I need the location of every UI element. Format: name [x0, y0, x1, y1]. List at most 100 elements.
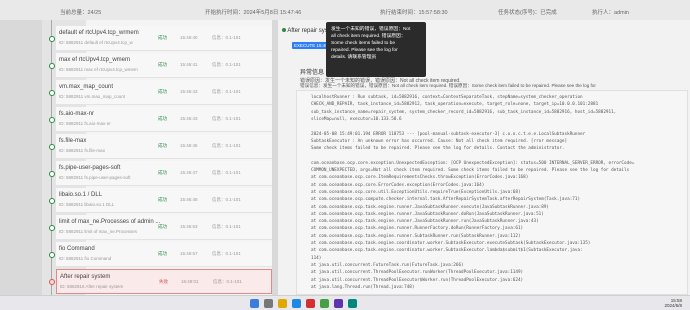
task-status: 任务状态(序号)：已完成 — [498, 10, 557, 16]
timeline-dot — [48, 36, 55, 42]
task-row[interactable]: vm.max_map_count ID: 5882911 vm.max_map_c… — [56, 80, 272, 105]
task-title: After repair system — [60, 274, 111, 280]
log-line: at com.oceanbase.ocp.core.ItemRequiremen… — [311, 175, 529, 181]
task-info: 信息：0.1-101 — [212, 224, 241, 229]
task-id: ID: 5882911 fs.pipe-user-pages-soft — [59, 175, 131, 180]
tooltip-line: Some check items failed to be — [331, 41, 395, 46]
tooltip-line: all check item required. 错误原因： — [331, 34, 406, 39]
log-line: at java.util.concurrent.ThreadPoolExecut… — [311, 277, 524, 283]
log-line: sliceMap=null, executor=10.133.58.6 — [311, 116, 402, 122]
clock-date: 2024/5/8 — [664, 303, 682, 308]
task-id: ID: 5882911 libaio.so.1 DLL — [59, 202, 115, 207]
task-time: 15:46:57 — [180, 251, 198, 256]
task-info: 信息：0.1-101 — [212, 116, 241, 121]
task-title: max ef rtcUpv4.tcp_wmem — [59, 57, 131, 63]
task-summary-bar: 当前总量：24/25 开始执行时间：2024年5月8日 15:47:46 执行结… — [0, 0, 690, 20]
task-id: ID: 5882911 fs.file-max — [59, 148, 105, 153]
task-id: ID: 5882911 fio Command — [59, 256, 112, 261]
file-explorer-icon[interactable] — [278, 299, 287, 308]
task-title: fio Command — [59, 246, 95, 252]
app-icon[interactable] — [306, 299, 315, 308]
clock: 15:58 2024/5/8 — [664, 298, 682, 308]
task-id: ID: 5882911 limit of max_ne.Processes — [59, 229, 137, 234]
task-id: ID: 5882916 After repair system — [60, 284, 124, 289]
log-line: at java.lang.Thread.run(Thread.java:748) — [311, 284, 415, 290]
log-output[interactable]: localhostRunner : Run subtask, id=588291… — [296, 90, 688, 295]
log-line: 2024-05-08 15:49:01.194 ERROR 118753 ---… — [311, 131, 586, 137]
task-row[interactable]: fs.pipe-user-pages-soft ID: 5882911 fs.pi… — [56, 161, 272, 186]
task-time: 15:46:47 — [180, 170, 198, 175]
timeline-dot — [48, 63, 55, 69]
task-title: vm.max_map_count — [59, 84, 114, 90]
tooltip-line: repaired. Please see the log for — [331, 48, 398, 53]
task-time: 15:49:01 — [181, 279, 199, 284]
task-title: default ef rtcUpv4.tcp_wrmem — [59, 30, 139, 36]
log-line: at com.oceanbase.ocp.core.util.Exception… — [311, 189, 521, 195]
timeline-dot — [48, 252, 55, 258]
task-info: 信息：0.1-101 — [212, 170, 241, 175]
error-message: 错误信息：发生一个未知的错误，错误原因：Not all check item r… — [300, 83, 596, 88]
status-icon — [282, 28, 286, 33]
task-id: ID: 5882911 max ef rtcUpv4.tcp_wmem — [59, 67, 138, 72]
task-time: 15:46:53 — [180, 224, 198, 229]
log-line: Some check items failed to be repaired. … — [311, 146, 565, 152]
log-line: CHECK_AND_REPAIR, task_instance_id=58829… — [311, 102, 599, 108]
task-info: 信息：0.1-101 — [213, 279, 242, 284]
error-section-label: 异常信息 — [300, 70, 325, 76]
log-line: at com.oceanbase.ocp.task.engine.runner.… — [311, 204, 549, 210]
timeline-dot — [48, 90, 55, 96]
task-status: 成功 — [158, 170, 167, 175]
start-icon[interactable] — [250, 299, 259, 308]
timeline-dot — [48, 144, 55, 150]
task-row[interactable]: fio Command ID: 5882911 fio Command 成功 15:4… — [56, 242, 272, 267]
task-status: 成功 — [158, 224, 167, 229]
task-title: fs.file-max — [59, 138, 87, 144]
task-title: fs.pipe-user-pages-soft — [59, 165, 121, 171]
task-row[interactable]: fs.aio-max-nr ID: 5882911 fs.aio-max-nr 成功… — [56, 107, 272, 132]
log-line: sub_task_instance_name=repair_system, sy… — [311, 109, 617, 115]
task-status: 成功 — [158, 116, 167, 121]
finish-time: 执行结束时间：15:57:58:30 — [380, 10, 448, 16]
log-line: 114) — [311, 255, 322, 261]
editor-icon[interactable] — [348, 299, 357, 308]
log-line: localhostRunner : Run subtask, id=588291… — [311, 95, 583, 100]
task-row[interactable]: libaio.so.1 / DLL ID: 5882911 libaio.so.1… — [56, 188, 272, 213]
task-id: ID: 5882911 default ef rtcUpv4.tcp_w — [59, 40, 133, 45]
task-row[interactable]: default ef rtcUpv4.tcp_wrmem ID: 5882911 … — [56, 26, 272, 51]
log-line: com.oceanbase.ocp.core.exception.Unexpec… — [311, 160, 635, 166]
task-status: 成功 — [158, 35, 167, 40]
log-line: at com.oceanbase.ocp.compute.checker.int… — [311, 197, 581, 203]
terminal-icon[interactable] — [334, 299, 343, 308]
tooltip-line: details. 请联系管理员 — [331, 55, 377, 60]
log-line: at com.oceanbase.ocp.task.engine.runner.… — [311, 219, 539, 225]
timeline-dot — [48, 279, 55, 285]
log-line: at com.oceanbase.ocp.task.engine.coordin… — [311, 241, 591, 246]
task-id: ID: 5882911 vm.max_map_count — [59, 94, 125, 99]
task-row[interactable]: limit of max_ne.Processes of admin ... ID… — [56, 215, 272, 240]
timeline-dot — [48, 171, 55, 177]
log-line: at com.oceanbase.ocp.core.ErrorCodes.exc… — [311, 182, 485, 188]
task-title: fs.aio-max-nr — [59, 111, 95, 117]
task-info: 信息：0.1-101 — [212, 197, 241, 202]
log-line: at java.util.concurrent.FutureTask.run(F… — [311, 262, 464, 268]
log-line: at com.oceanbase.ocp.task.engine.coordin… — [311, 248, 583, 254]
task-row[interactable]: After repair system ID: 5882916 After rep… — [56, 269, 272, 294]
browser-icon[interactable] — [292, 299, 301, 308]
task-info: 信息：0.1-101 — [212, 35, 241, 40]
log-line: SubtaskExecutor : An unknown error has o… — [311, 138, 568, 144]
task-row[interactable]: fs.file-max ID: 5882911 fs.file-max 成功 15:4… — [56, 134, 272, 159]
task-id: ID: 5882911 fs.aio-max-nr — [59, 121, 111, 126]
timeline-dot — [48, 225, 55, 231]
task-info: 信息：0.1-101 — [212, 89, 241, 94]
task-count: 当前总量：24/25 — [60, 10, 102, 16]
search-icon[interactable] — [264, 299, 273, 308]
log-line: at com.oceanbase.ocp.task.engine.runner.… — [311, 233, 521, 239]
chat-icon[interactable] — [320, 299, 329, 308]
task-time: 15:46:41 — [180, 62, 198, 67]
log-line: at java.util.concurrent.ThreadPoolExecut… — [311, 270, 524, 276]
task-title: limit of max_ne.Processes of admin ... — [59, 219, 161, 225]
task-row[interactable]: max ef rtcUpv4.tcp_wmem ID: 5882911 max e… — [56, 53, 272, 78]
executor: 执行人：admin — [592, 10, 629, 16]
log-line: at com.oceanbase.ocp.task.engine.runner.… — [311, 226, 524, 232]
timeline-dot — [48, 198, 55, 204]
